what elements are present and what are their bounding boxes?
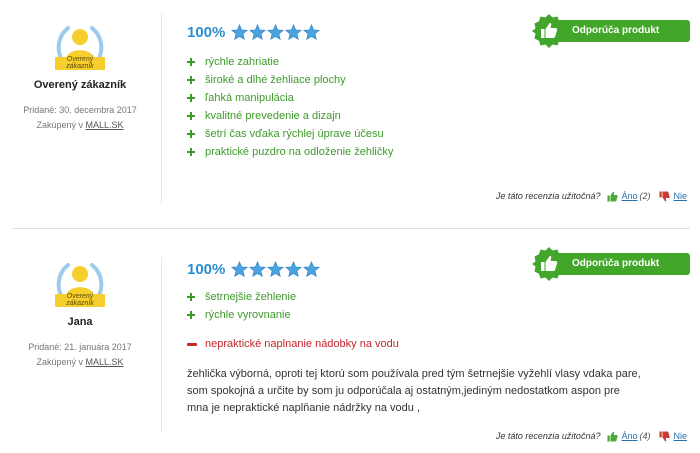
author-block: Overený zákazník Overený zákazník Pridan… <box>8 20 152 133</box>
star-icon <box>249 260 267 277</box>
pros-list: rýchle zahriatie široké a dlhé žehliace … <box>187 53 393 161</box>
badge-label: Overený zákazník <box>55 293 105 307</box>
recommends-product-badge: Odporúča produkt <box>532 247 690 281</box>
shop-link[interactable]: MALL.SK <box>86 120 124 130</box>
pro-item: šetrí čas vďaka rýchlej úprave účesu <box>187 125 393 143</box>
review-text-line: žehlička výborná, oproti tej ktorú som p… <box>187 368 641 380</box>
con-item: nepraktické naplnanie nádobky na vodu <box>187 335 399 353</box>
cons-list: nepraktické naplnanie nádobky na vodu <box>187 335 399 353</box>
thumbs-down-icon[interactable] <box>659 190 671 202</box>
helpful-question: Je táto recenzia užitočná? <box>495 431 601 441</box>
column-divider <box>161 14 162 204</box>
helpful-yes-link[interactable]: Áno <box>621 191 637 201</box>
star-icon <box>249 23 267 40</box>
minus-icon <box>187 342 197 346</box>
plus-icon <box>187 130 195 138</box>
date-added: Pridané: 21. januára 2017 <box>28 342 132 352</box>
bought-at: Zakúpený v MALL.SK <box>8 118 152 133</box>
helpful-no-link[interactable]: Nie <box>673 191 687 201</box>
thumbs-up-seal-icon <box>532 247 566 281</box>
star-icon <box>267 260 285 277</box>
author-name: Jana <box>67 316 93 328</box>
recommends-product-badge: Odporúča produkt <box>532 14 690 48</box>
bought-prefix: Zakúpený v <box>36 120 86 130</box>
pro-item: kvalitné prevedenie a dizajn <box>187 107 393 125</box>
star-icon <box>231 260 249 277</box>
recommends-label: Odporúča produkt <box>550 20 690 42</box>
review-text: žehlička výborná, oproti tej ktorú som p… <box>187 366 667 417</box>
review-text-line: som spokojná a určite by som ju odporúča… <box>187 385 620 397</box>
verified-customer-badge: Overený zákazník <box>52 20 108 76</box>
rating-percent: 100% <box>187 23 226 41</box>
star-icon <box>285 260 303 277</box>
thumbs-down-icon[interactable] <box>659 430 671 442</box>
helpful-yes-count: (4) <box>639 431 651 441</box>
thumbs-up-icon[interactable] <box>607 431 619 442</box>
pro-item: praktické puzdro na odloženie žehličky <box>187 143 393 161</box>
review-meta: Pridané: 30. decembra 2017 Zakúpený v MA… <box>8 103 152 133</box>
plus-icon <box>187 148 195 156</box>
review-card: Overený zákazník Jana Pridané: 21. januá… <box>0 229 700 453</box>
star-icon <box>267 23 285 40</box>
author-block: Overený zákazník Jana Pridané: 21. januá… <box>8 257 152 370</box>
pro-item: široké a dlhé žehliace plochy <box>187 71 393 89</box>
bought-at: Zakúpený v MALL.SK <box>8 355 152 370</box>
helpful-yes-link[interactable]: Áno <box>621 431 637 441</box>
bought-prefix: Zakúpený v <box>36 357 86 367</box>
star-rating <box>231 260 321 278</box>
thumbs-up-seal-icon <box>532 14 566 48</box>
thumbs-up-icon[interactable] <box>607 191 619 202</box>
helpful-vote: Je táto recenzia užitočná? Áno (4) Nie <box>496 429 687 443</box>
plus-icon <box>187 94 195 102</box>
helpful-vote: Je táto recenzia užitočná? Áno (2) Nie <box>496 189 687 203</box>
shop-link[interactable]: MALL.SK <box>86 357 124 367</box>
pro-item: rýchle vyrovnanie <box>187 306 296 324</box>
pro-item: šetrnejšie žehlenie <box>187 288 296 306</box>
plus-icon <box>187 293 195 301</box>
review-text-line: mna je nepraktické naplňanie nádržky na … <box>187 402 420 414</box>
pros-list: šetrnejšie žehlenie rýchle vyrovnanie <box>187 288 296 324</box>
helpful-no-link[interactable]: Nie <box>673 431 687 441</box>
star-icon <box>303 23 321 40</box>
date-added: Pridané: 30. decembra 2017 <box>23 105 137 115</box>
star-icon <box>303 260 321 277</box>
rating-row: 100% <box>187 259 321 279</box>
star-icon <box>231 23 249 40</box>
pro-item: ľahká manipulácia <box>187 89 393 107</box>
review-card: Overený zákazník Overený zákazník Pridan… <box>0 0 700 228</box>
rating-row: 100% <box>187 22 321 42</box>
badge-label: Overený zákazník <box>55 56 105 70</box>
verified-customer-badge: Overený zákazník <box>52 257 108 313</box>
helpful-question: Je táto recenzia užitočná? <box>495 191 601 201</box>
helpful-yes-count: (2) <box>639 191 651 201</box>
plus-icon <box>187 311 195 319</box>
review-meta: Pridané: 21. januára 2017 Zakúpený v MAL… <box>8 340 152 370</box>
plus-icon <box>187 112 195 120</box>
star-icon <box>285 23 303 40</box>
rating-percent: 100% <box>187 260 226 278</box>
pro-item: rýchle zahriatie <box>187 53 393 71</box>
plus-icon <box>187 58 195 66</box>
star-rating <box>231 23 321 41</box>
recommends-label: Odporúča produkt <box>550 253 690 275</box>
plus-icon <box>187 76 195 84</box>
author-name: Overený zákazník <box>33 79 127 91</box>
column-divider <box>161 257 162 433</box>
